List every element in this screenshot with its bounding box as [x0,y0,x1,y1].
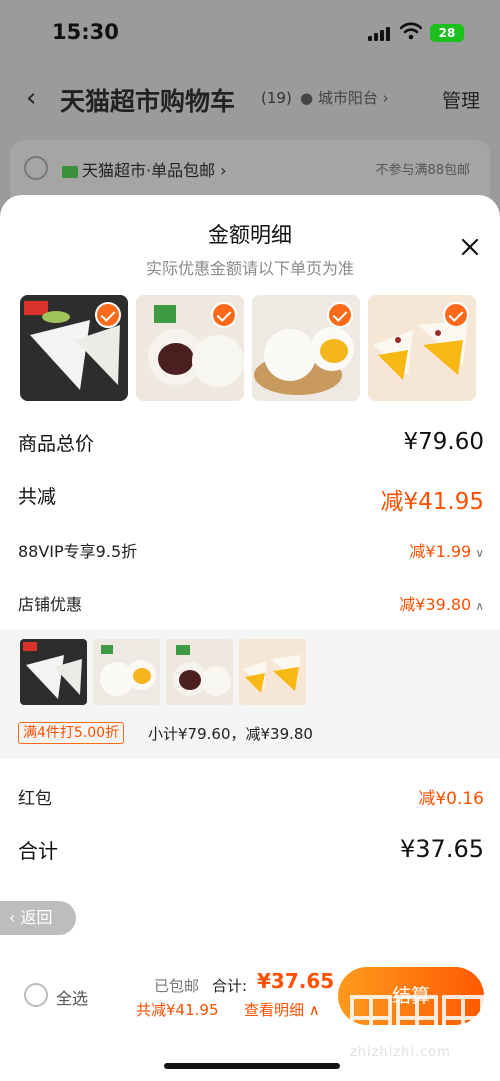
total-reduction-value: 减¥41.95 [380,489,484,515]
wifi-icon [400,22,422,40]
signal-icon [368,27,392,41]
red-packet-value: 减¥0.16 [418,789,484,809]
manage-button[interactable]: 管理 [442,86,480,113]
return-button[interactable]: ‹ 返回 [0,901,76,935]
promo-item-thumb [239,639,306,705]
sheet-title: 金额明细 [208,223,292,247]
vip-discount-amount: 减¥1.99 [409,542,472,561]
bottom-sum-value: ¥37.65 [257,969,335,993]
back-arrow-icon[interactable]: ‹ [26,84,36,112]
shop-discount-value: 减¥39.80 ∧ [399,591,484,615]
vip-discount-value: 减¥1.99 ∨ [409,538,484,562]
amount-detail-sheet: 金额明细 实际优惠金额请以下单页为准 商品总价 ¥79.60 共减 减¥41.9… [0,195,500,1081]
home-indicator [164,1063,340,1069]
watermark-logo [350,995,484,1041]
store-select-radio[interactable] [24,156,48,180]
grand-total-label: 合计 [18,839,58,863]
chevron-up-icon: ∧ [475,599,484,613]
product-image [166,639,233,705]
return-label: 返回 [20,908,53,927]
product-thumbnails [20,295,490,403]
total-reduction-label: 共减 [18,486,57,508]
promo-item-thumb [93,639,160,705]
battery-icon: 28 [430,24,464,42]
vip-discount-row[interactable]: 88VIP专享9.5折 减¥1.99 ∨ [18,538,484,562]
grand-total-value: ¥37.65 [400,835,484,863]
select-all-label[interactable]: 全选 [56,985,88,1009]
product-image [20,639,87,705]
shop-discount-label: 店铺优惠 [18,595,83,614]
shop-discount-row[interactable]: 店铺优惠 减¥39.80 ∧ [18,591,484,615]
product-thumb-milk-cake[interactable] [20,295,128,401]
chevron-up-icon: ∧ [304,1001,320,1019]
location-label: 城市阳台 [317,89,378,107]
chevron-left-icon: ‹ [9,908,21,927]
sheet-subtitle: 实际优惠金额请以下单页为准 [145,259,354,278]
chevron-right-icon: › [382,89,389,107]
location-pin-icon: ● [300,89,314,107]
bottom-saving: 共减¥41.95 [136,1001,219,1019]
promo-tag: 满4件打5.00折 [18,722,125,744]
grand-total-row: 合计 ¥37.65 [18,835,484,867]
total-price-label: 商品总价 [18,433,95,455]
page-title: 天猫超市购物车 [60,87,236,116]
store-name[interactable]: 天猫超市·单品包邮 › [62,157,227,181]
total-price-value: ¥79.60 [403,429,484,455]
vip-discount-label: 88VIP专享9.5折 [18,542,138,561]
promo-item-thumb [20,639,87,705]
view-detail-link[interactable]: 查看明细 ∧ [244,999,320,1020]
total-price-row: 商品总价 ¥79.60 [18,429,484,459]
select-all-radio[interactable] [24,983,48,1007]
total-reduction-row: 共减 减¥41.95 [18,482,484,515]
red-packet-row: 红包 减¥0.16 [18,784,484,810]
store-flag-icon [62,165,78,178]
item-checked-icon[interactable] [211,302,237,328]
item-checked-icon[interactable] [95,302,121,328]
location-selector[interactable]: ● 城市阳台 › [300,87,389,108]
store-note: 不参与满88包邮 [375,163,470,178]
chevron-right-icon: › [215,161,227,180]
cart-count: (19) [261,89,292,107]
promo-item-thumb [166,639,233,705]
watermark-text: zhizhizhi.com [350,1045,451,1060]
cart-header: ‹ 天猫超市购物车 (19) ● 城市阳台 › 管理 [0,70,500,126]
bottom-sum-label: 合计: [212,977,248,995]
clock: 15:30 [52,20,119,44]
product-thumb-mango-cake[interactable] [368,295,476,401]
product-thumb-custard-bun[interactable] [252,295,360,401]
product-image [239,639,306,705]
store-name-label: 天猫超市·单品包邮 [82,161,216,180]
item-checked-icon[interactable] [327,302,353,328]
status-bar: 15:30 28 [0,0,500,64]
item-checked-icon[interactable] [443,302,469,328]
close-icon[interactable] [458,235,482,259]
red-packet-label: 红包 [18,789,52,809]
shop-discount-detail: 满4件打5.00折 小计¥79.60，减¥39.80 [0,629,500,759]
product-image [93,639,160,705]
promo-summary: 小计¥79.60，减¥39.80 [148,725,313,743]
shop-discount-amount: 减¥39.80 [399,595,472,614]
chevron-down-icon: ∨ [475,546,484,560]
free-shipping-label: 已包邮 [154,977,200,995]
view-detail-label: 查看明细 [244,1001,305,1019]
product-thumb-red-bean-bun[interactable] [136,295,244,401]
